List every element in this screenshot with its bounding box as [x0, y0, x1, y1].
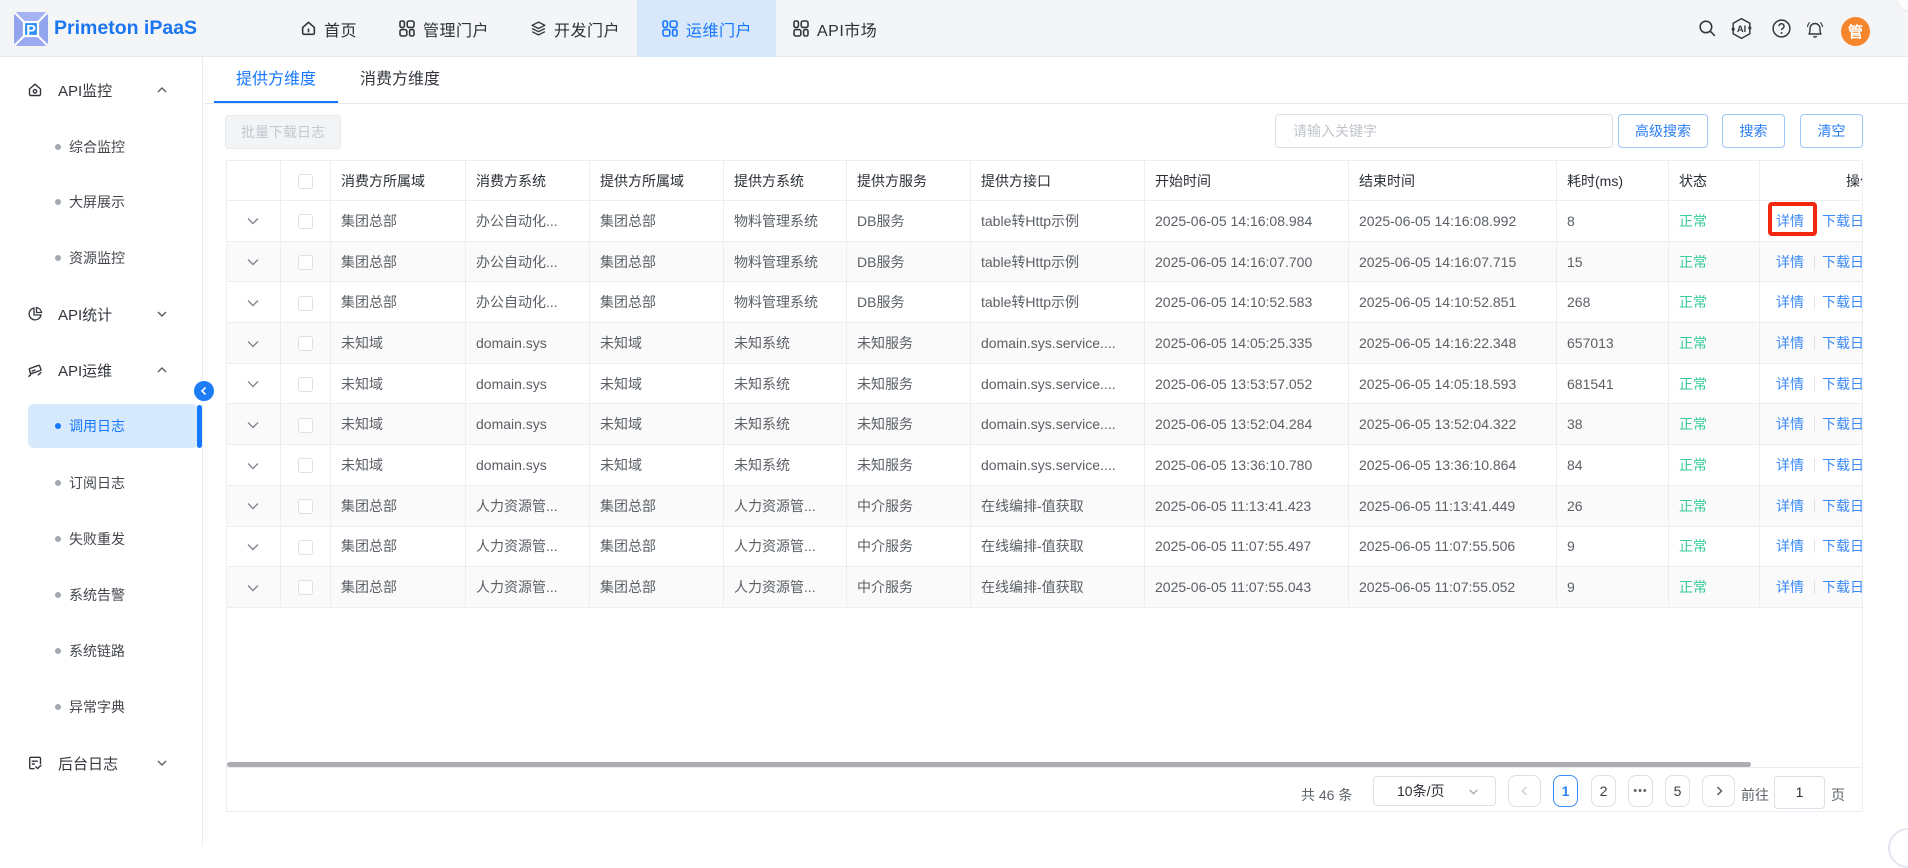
- svg-text:P: P: [26, 23, 36, 39]
- svg-text:AI: AI: [1737, 24, 1746, 34]
